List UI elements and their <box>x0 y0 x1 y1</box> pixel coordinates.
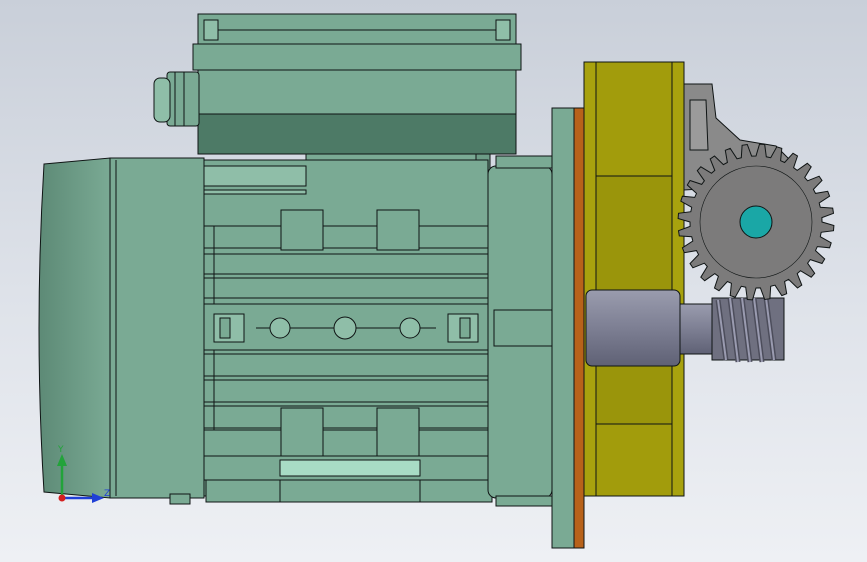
cad-graphics-viewport[interactable]: Y Z <box>0 0 867 562</box>
gear-hub <box>739 205 773 239</box>
x-axis-dot <box>58 494 66 502</box>
worm-screw[interactable] <box>711 297 785 363</box>
triad-z-label: Z <box>104 489 110 499</box>
motor-end-cap[interactable] <box>38 157 205 505</box>
worm-gear[interactable] <box>677 143 835 301</box>
gearbox-housing[interactable] <box>583 61 685 497</box>
motor-flange[interactable] <box>487 107 575 549</box>
cable-gland[interactable] <box>153 71 200 127</box>
triad-y-label: Y <box>57 445 64 455</box>
output-shaft[interactable] <box>585 289 715 367</box>
motor-foot[interactable] <box>203 455 493 503</box>
terminal-strip[interactable] <box>203 303 489 351</box>
flange-gasket[interactable] <box>573 107 585 549</box>
gearmotor-assembly[interactable]: Y Z <box>0 0 867 562</box>
